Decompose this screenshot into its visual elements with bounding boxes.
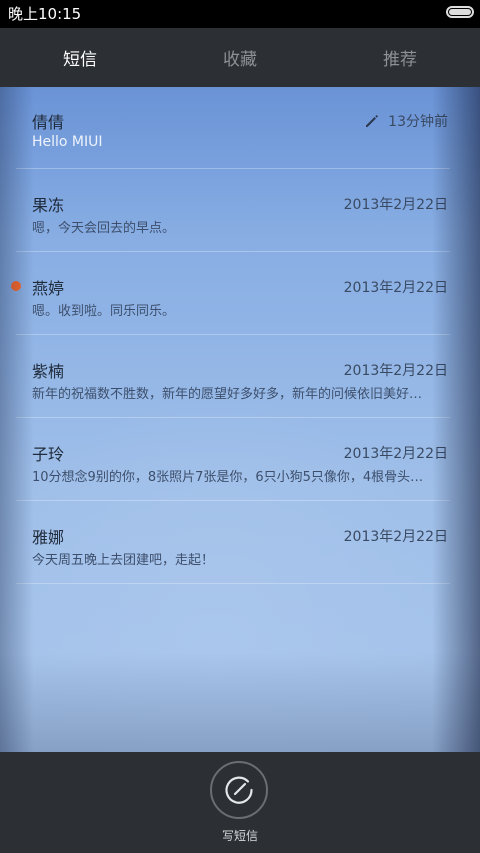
message-preview: 嗯，今天会回去的早点。 <box>32 221 176 236</box>
contact-name: 果冻 <box>32 196 65 215</box>
row-divider <box>16 500 450 501</box>
pencil-icon <box>366 115 379 127</box>
row-divider <box>16 417 450 418</box>
compose-button[interactable] <box>210 761 268 819</box>
contact-name: 子玲 <box>32 445 65 464</box>
conversation-item[interactable]: 紫楠 2013年2月22日 新年的祝福数不胜数，新年的愿望好多好多，新年的问候依… <box>0 336 480 418</box>
message-preview: 新年的祝福数不胜数，新年的愿望好多好多，新年的问候依旧美好… <box>32 387 423 402</box>
battery-icon <box>446 6 474 18</box>
compose-label: 写短信 <box>221 829 258 843</box>
status-time: 晚上10:15 <box>8 5 82 23</box>
conversation-date: 2013年2月22日 <box>343 280 448 296</box>
contact-name: 燕婷 <box>32 279 65 298</box>
conversation-item[interactable]: 子玲 2013年2月22日 10分想念9别的你，8张照片7张是你，6只小狗5只像… <box>0 419 480 501</box>
contact-name: 倩倩 <box>32 113 65 132</box>
screen: 晚上10:15 短信 收藏 推荐 倩倩 13分钟前 Hello MIUI 果冻 … <box>0 0 480 853</box>
row-divider <box>16 334 450 335</box>
conversation-date: 2013年2月22日 <box>343 197 448 213</box>
conversation-date: 2013年2月22日 <box>343 363 448 379</box>
conversation-date: 2013年2月22日 <box>343 446 448 462</box>
message-preview: 10分想念9别的你，8张照片7张是你，6只小狗5只像你，4根骨头… <box>32 470 424 485</box>
tab-messages[interactable]: 短信 <box>0 28 160 87</box>
conversation-item[interactable]: 倩倩 13分钟前 Hello MIUI <box>0 87 480 169</box>
battery-level <box>449 9 471 15</box>
tab-bar: 短信 收藏 推荐 <box>0 28 480 87</box>
conversation-item[interactable]: 雅娜 2013年2月22日 今天周五晚上去团建吧，走起！ <box>0 502 480 584</box>
row-divider <box>16 168 450 169</box>
conversation-date: 13分钟前 <box>364 111 448 131</box>
date-text: 13分钟前 <box>388 114 448 130</box>
message-preview: Hello MIUI <box>32 134 103 150</box>
tab-recommended[interactable]: 推荐 <box>320 28 480 87</box>
compose-icon <box>225 776 253 804</box>
unread-dot-icon <box>11 281 21 291</box>
bottom-bar: 写短信 <box>0 752 480 853</box>
conversation-date: 2013年2月22日 <box>343 529 448 545</box>
contact-name: 紫楠 <box>32 362 65 381</box>
tab-favorites[interactable]: 收藏 <box>160 28 320 87</box>
message-preview: 今天周五晚上去团建吧，走起！ <box>32 553 215 568</box>
message-preview: 嗯。收到啦。同乐同乐。 <box>32 304 176 319</box>
contact-name: 雅娜 <box>32 528 65 547</box>
row-divider <box>16 583 450 584</box>
conversation-item[interactable]: 燕婷 2013年2月22日 嗯。收到啦。同乐同乐。 <box>0 253 480 335</box>
conversation-list[interactable]: 倩倩 13分钟前 Hello MIUI 果冻 2013年2月22日 嗯，今天会回… <box>0 87 480 752</box>
status-bar: 晚上10:15 <box>0 0 480 28</box>
conversation-item[interactable]: 果冻 2013年2月22日 嗯，今天会回去的早点。 <box>0 170 480 252</box>
row-divider <box>16 251 450 252</box>
